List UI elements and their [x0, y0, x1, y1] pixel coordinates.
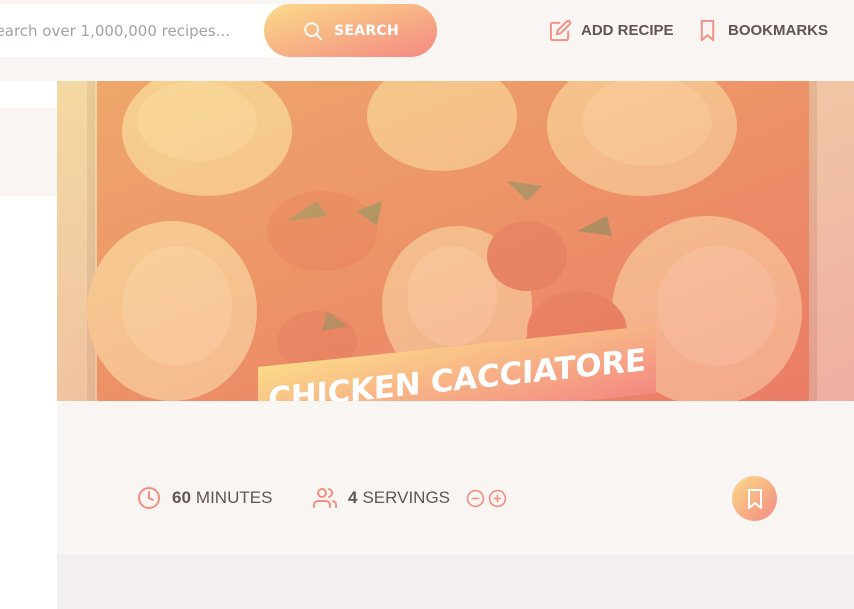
clock-icon [138, 487, 160, 509]
recipe-ingredients-section [57, 555, 854, 609]
sidebar-result-item-active[interactable] [0, 110, 57, 196]
search-form: SEARCH [0, 4, 437, 57]
bookmarks-button[interactable]: BOOKMARKS [696, 17, 828, 43]
search-button-label: SEARCH [333, 22, 400, 39]
servings-unit: SERVINGS [362, 488, 451, 507]
plus-circle-icon [488, 489, 507, 507]
search-icon [304, 21, 323, 40]
header: SEARCH ADD RECIPE BOOKMARKS [0, 0, 854, 81]
bookmark-recipe-button[interactable] [732, 476, 777, 521]
add-recipe-button[interactable]: ADD RECIPE [549, 17, 674, 43]
users-icon [313, 488, 337, 508]
cooking-time-unit: MINUTES [195, 488, 273, 507]
servings-info: 4 SERVINGS [313, 485, 507, 511]
search-button[interactable]: SEARCH [264, 4, 437, 57]
bookmark-icon [700, 19, 715, 41]
bookmark-icon [747, 488, 762, 509]
servings-value: 4 [348, 488, 358, 507]
sidebar-results-list [0, 196, 57, 609]
sidebar-result-item[interactable] [0, 81, 57, 108]
cooking-time-info: 60 MINUTES [137, 485, 272, 511]
cooking-time-value: 60 [172, 488, 191, 507]
search-input[interactable] [0, 4, 300, 57]
minus-circle-icon [466, 489, 485, 507]
decrease-servings-button[interactable] [466, 489, 485, 508]
sidebar-top [0, 57, 57, 81]
edit-icon [549, 19, 572, 41]
add-recipe-label: ADD RECIPE [581, 21, 674, 39]
recipe-details: 60 MINUTES 4 SERVINGS [57, 401, 854, 555]
bookmarks-label: BOOKMARKS [728, 21, 828, 39]
increase-servings-button[interactable] [488, 489, 507, 508]
servings-controls [466, 489, 507, 508]
